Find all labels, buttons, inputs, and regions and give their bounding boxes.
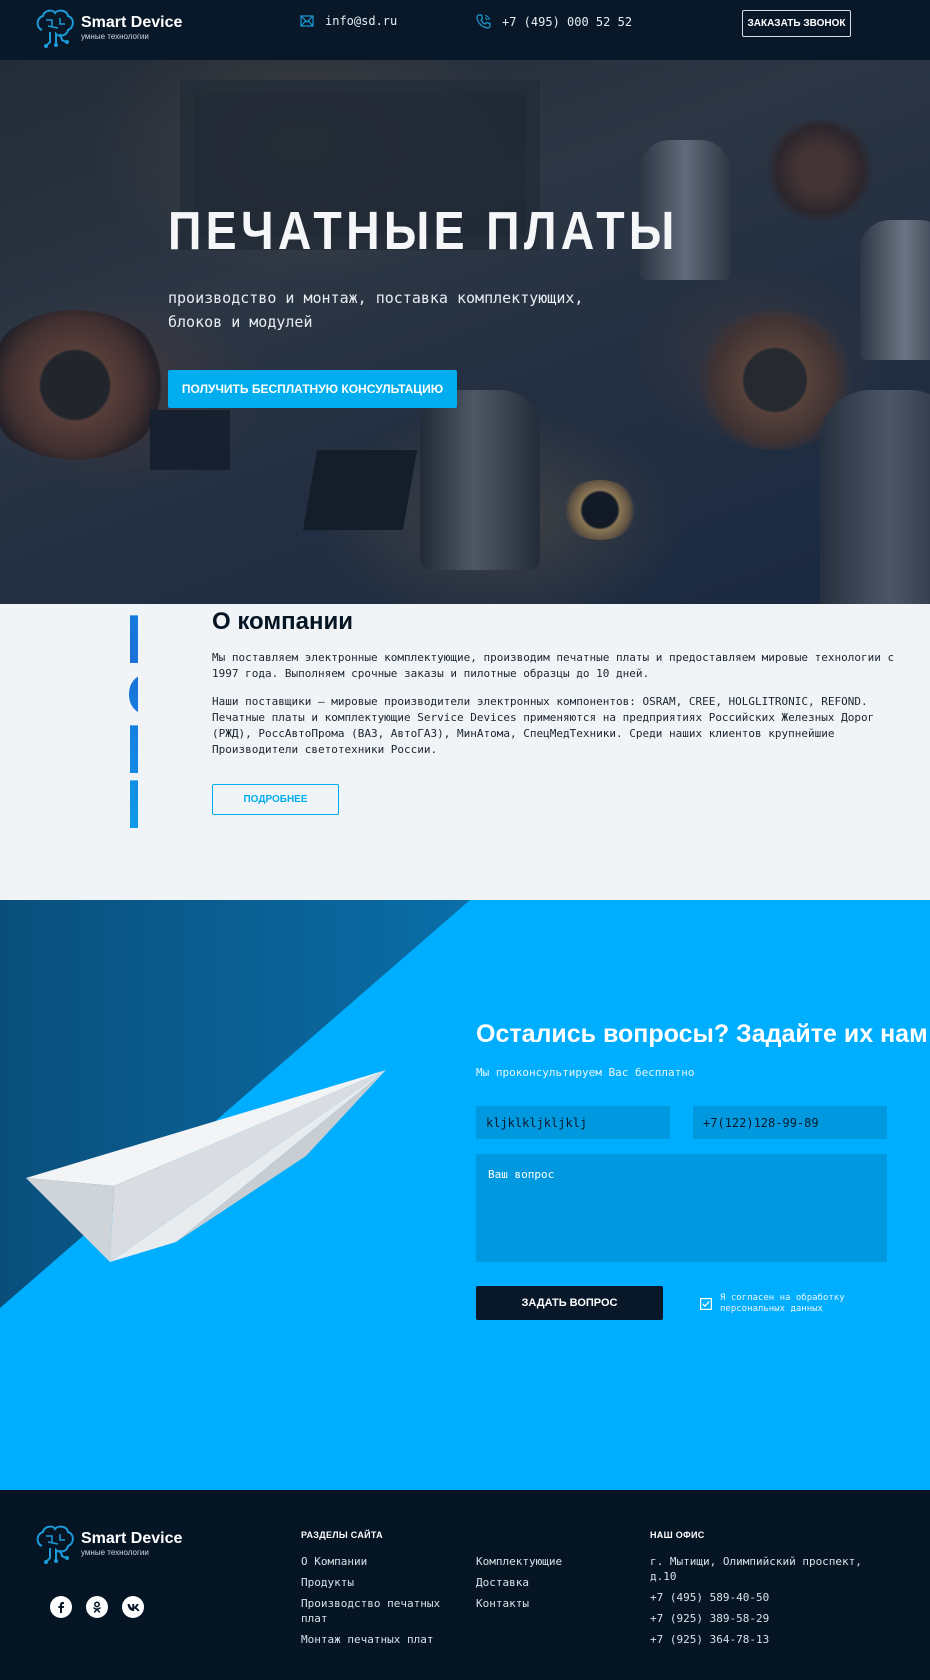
footer-sections-heading: РАЗДЕЛЫ САЙТА [301, 1530, 383, 1540]
brain-circuit-icon [36, 1525, 74, 1564]
footer-office: г. Мытищи, Олимпийский проспект, д.10 +7… [650, 1554, 880, 1653]
footer-link-delivery[interactable]: Доставка [476, 1575, 626, 1590]
about-paragraph-2: Наши поставщики — мировые производители … [212, 695, 875, 756]
footer-link-components[interactable]: Комплектующие [476, 1554, 626, 1569]
site-footer: Smart Device умные технологии РАЗДЕЛЫ СА… [0, 1490, 930, 1680]
consent-checkbox[interactable]: Я согласен на обработку персональных дан… [700, 1293, 870, 1315]
mail-icon [300, 15, 314, 27]
facebook-link[interactable] [50, 1596, 72, 1618]
questions-section: Остались вопросы? Задайте их нам! Мы про… [0, 900, 930, 1490]
footer-logo-tagline: умные технологии [81, 1548, 149, 1557]
office-address: г. Мытищи, Олимпийский проспект, д.10 [650, 1555, 862, 1583]
footer-office-heading: НАШ ОФИС [650, 1530, 705, 1540]
about-section: 2022 О компании Мы поставляем электронны… [0, 604, 930, 900]
questions-title: Остались вопросы? Задайте их нам! [476, 1020, 930, 1048]
header-phone-link[interactable]: +7 (495) 000 52 52 [476, 14, 632, 29]
year-text: 2022 [109, 612, 138, 832]
footer-link-contacts[interactable]: Контакты [476, 1596, 626, 1611]
facebook-icon [58, 1602, 64, 1613]
footer-logo-name: Smart Device [81, 1530, 183, 1547]
brain-circuit-icon [36, 9, 74, 48]
site-header: Smart Device умные технологии info@sd.ru… [0, 0, 930, 60]
header-email-text: info@sd.ru [325, 14, 398, 28]
footer-logo[interactable]: Smart Device умные технологии [34, 1524, 182, 1564]
office-phone-3[interactable]: +7 (925) 364-78-13 [650, 1632, 880, 1647]
footer-link-products[interactable]: Продукты [301, 1575, 451, 1590]
footer-sections-col1: О Компании Продукты Производство печатны… [301, 1554, 451, 1653]
office-phone-1[interactable]: +7 (495) 589-40-50 [650, 1590, 880, 1605]
hero-section: ПЕЧАТНЫЕ ПЛАТЫ производство и монтаж, по… [0, 60, 930, 604]
name-input[interactable]: kljklkljkljklj [476, 1106, 670, 1139]
consent-label: Я согласен на обработку персональных дан… [720, 1293, 845, 1314]
footer-link-about[interactable]: О Компании [301, 1554, 451, 1569]
logo-tagline: умные технологии [81, 32, 149, 41]
footer-link-pcb-production[interactable]: Производство печатных плат [301, 1596, 451, 1626]
free-consultation-button[interactable]: ПОЛУЧИТЬ БЕСПЛАТНУЮ КОНСУЛЬТАЦИЮ [168, 370, 457, 408]
hero-subtitle: производство и монтаж, поставка комплект… [168, 289, 584, 331]
odnoklassniki-icon [93, 1601, 101, 1613]
header-email-link[interactable]: info@sd.ru [300, 14, 397, 28]
header-logo[interactable]: Smart Device умные технологии [34, 8, 182, 48]
ask-question-button[interactable]: ЗАДАТЬ ВОПРОС [476, 1286, 663, 1320]
paper-plane-illustration [26, 1070, 386, 1262]
about-title: О компании [212, 608, 353, 635]
hero-title: ПЕЧАТНЫЕ ПЛАТЫ [168, 201, 679, 261]
vk-link[interactable] [122, 1596, 144, 1618]
office-phone-2[interactable]: +7 (925) 389-58-29 [650, 1611, 880, 1626]
about-paragraph-1: Мы поставляем электронные комплектующие,… [212, 651, 895, 680]
header-phone-text: +7 (495) 000 52 52 [502, 14, 633, 29]
callback-button[interactable]: ЗАКАЗАТЬ ЗВОНОК [742, 10, 851, 37]
phone-input[interactable]: +7(122)128-99-89 [693, 1106, 887, 1139]
footer-link-pcb-assembly[interactable]: Монтаж печатных плат [301, 1632, 451, 1647]
more-button[interactable]: ПОДРОБНЕЕ [212, 784, 339, 815]
questions-subtitle: Мы проконсультируем Вас бесплатно [476, 1066, 695, 1079]
checkbox-checked-icon[interactable] [700, 1298, 712, 1310]
vk-icon [127, 1603, 139, 1611]
odnoklassniki-link[interactable] [86, 1596, 108, 1618]
phone-icon [476, 14, 491, 29]
year-graphic: 2022 [109, 612, 138, 832]
logo-name: Smart Device [81, 14, 183, 31]
question-textarea[interactable]: Ваш вопрос [476, 1154, 887, 1262]
footer-sections-col2: Комплектующие Доставка Контакты [476, 1554, 626, 1617]
